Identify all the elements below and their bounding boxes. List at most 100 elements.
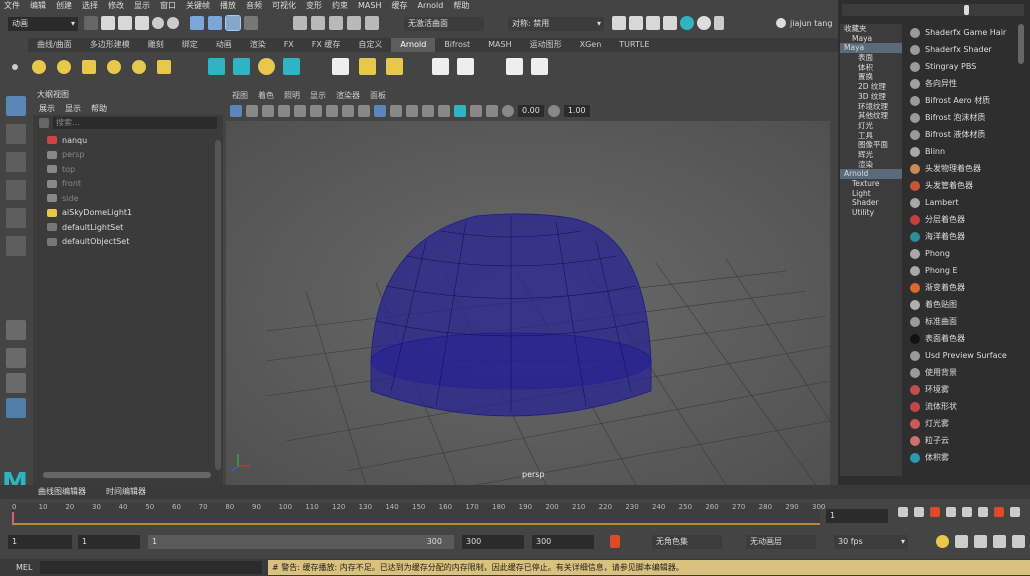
shader-node-item[interactable]: Usd Preview Surface: [906, 347, 1016, 364]
lock-selection-icon[interactable]: [244, 16, 258, 30]
export-standin-icon[interactable]: [233, 58, 250, 75]
hypershade-tree-item[interactable]: Maya: [840, 34, 902, 44]
start-frame-field[interactable]: 1: [8, 535, 72, 549]
new-scene-icon[interactable]: [101, 16, 115, 30]
timeline-tab[interactable]: 曲线图编辑器: [28, 485, 96, 499]
shader-node-item[interactable]: Lambert: [906, 194, 1016, 211]
physical-sky-icon[interactable]: [132, 60, 146, 74]
outliner-menu-item[interactable]: 显示: [65, 103, 81, 114]
shelf-tab[interactable]: Arnold: [391, 38, 436, 52]
hypershade-slider[interactable]: [842, 4, 1024, 16]
hypershade-tree-item[interactable]: 体积: [840, 63, 902, 73]
menu-item[interactable]: Arnold: [417, 1, 443, 10]
step-forward-key-icon[interactable]: [994, 507, 1004, 517]
select-tool-icon[interactable]: [6, 96, 26, 116]
user-account[interactable]: jiajun tang: [776, 18, 832, 28]
hypershade-scrollbar[interactable]: [1018, 24, 1024, 64]
xray-icon[interactable]: [470, 105, 482, 117]
save-scene-icon[interactable]: [135, 16, 149, 30]
volume-icon[interactable]: [258, 58, 275, 75]
lasso-tool-icon[interactable]: [6, 124, 26, 144]
field-chart-icon[interactable]: [358, 105, 370, 117]
outliner-layout-icon[interactable]: [6, 398, 26, 418]
hypershade-tree-item[interactable]: Maya: [840, 43, 902, 54]
single-view-icon[interactable]: [6, 320, 26, 340]
shader-node-item[interactable]: 头发管着色器: [906, 177, 1016, 194]
shader-node-item[interactable]: Shaderfx Shader: [906, 41, 1016, 58]
shader-node-item[interactable]: 体积雾: [906, 449, 1016, 466]
play-forward-icon[interactable]: [962, 507, 972, 517]
flush-all-icon[interactable]: [386, 58, 403, 75]
shelf-tab[interactable]: 运动图形: [521, 38, 571, 52]
light-portal-icon[interactable]: [157, 60, 171, 74]
hypershade-tree-item[interactable]: 表面: [840, 53, 902, 63]
range-slider[interactable]: 1 300: [148, 535, 454, 549]
shelf-options-icon[interactable]: [12, 64, 18, 70]
hypershade-tree-item[interactable]: 其他纹理: [840, 111, 902, 121]
outliner-item[interactable]: aiSkyDomeLight1: [47, 206, 223, 221]
character-set-select[interactable]: 无角色集: [652, 535, 722, 549]
ipr-render-icon[interactable]: [629, 16, 643, 30]
hypershade-tree-item[interactable]: 环境纹理: [840, 102, 902, 112]
mode-select[interactable]: 动画 ▾: [8, 17, 78, 31]
outliner-vscrollbar[interactable]: [215, 140, 221, 470]
smooth-shade-icon[interactable]: [390, 105, 402, 117]
shader-node-item[interactable]: Phong: [906, 245, 1016, 262]
hypershade-tree-item[interactable]: 置换: [840, 72, 902, 82]
timeline-tab[interactable]: 时间编辑器: [96, 485, 156, 499]
anim-layer-select[interactable]: 无动画层: [746, 535, 816, 549]
snap-point-icon[interactable]: [329, 16, 343, 30]
render-view-icon[interactable]: [506, 58, 523, 75]
menu-item[interactable]: 创建: [56, 0, 72, 11]
flush-skydome-icon[interactable]: [359, 58, 376, 75]
license-icon[interactable]: [457, 58, 474, 75]
snap-surface-icon[interactable]: [365, 16, 379, 30]
shelf-tab[interactable]: 雕刻: [139, 38, 173, 52]
shader-node-item[interactable]: 分层着色器: [906, 211, 1016, 228]
tx-manager-icon[interactable]: [432, 58, 449, 75]
resolution-gate-icon[interactable]: [326, 105, 338, 117]
go-to-end-icon[interactable]: [1010, 507, 1020, 517]
hypershade-icon[interactable]: [663, 16, 677, 30]
shelf-tab[interactable]: TURTLE: [610, 38, 658, 52]
command-language-label[interactable]: MEL: [16, 563, 32, 572]
shelf-tab[interactable]: 动画: [207, 38, 241, 52]
shader-node-item[interactable]: 使用背景: [906, 364, 1016, 381]
outliner-item[interactable]: persp: [47, 148, 223, 163]
hypershade-tree-item[interactable]: Texture: [840, 179, 902, 189]
shader-node-item[interactable]: 粒子云: [906, 432, 1016, 449]
mesh-light-icon[interactable]: [57, 60, 71, 74]
hypershade-tree-item[interactable]: 工具: [840, 131, 902, 141]
scale-tool-icon[interactable]: [6, 236, 26, 256]
menu-item[interactable]: 选择: [82, 0, 98, 11]
wireframe-icon[interactable]: [374, 105, 386, 117]
exposure-icon[interactable]: [502, 105, 514, 117]
hypershade-tree-item[interactable]: 2D 纹理: [840, 82, 902, 92]
menu-item[interactable]: 缓存: [391, 0, 407, 11]
film-gate-icon[interactable]: [310, 105, 322, 117]
menu-item[interactable]: 关键帧: [186, 0, 210, 11]
go-to-start-icon[interactable]: [898, 507, 908, 517]
shader-node-item[interactable]: 表面着色器: [906, 330, 1016, 347]
viewport-menu-item[interactable]: 面板: [370, 90, 386, 101]
menu-item[interactable]: 显示: [134, 0, 150, 11]
shelf-tab[interactable]: FX 缓存: [303, 38, 350, 52]
current-time-marker[interactable]: [12, 512, 14, 524]
menu-item[interactable]: MASH: [358, 1, 381, 10]
shelf-tab[interactable]: 绑定: [173, 38, 207, 52]
shader-node-item[interactable]: Bifrost 泡沫材质: [906, 109, 1016, 126]
outliner-item[interactable]: front: [47, 177, 223, 192]
shelf-tab[interactable]: MASH: [479, 38, 520, 52]
menu-item[interactable]: 修改: [108, 0, 124, 11]
shader-node-item[interactable]: Stingray PBS: [906, 58, 1016, 75]
outliner-item[interactable]: side: [47, 191, 223, 206]
arnold-render-icon[interactable]: [680, 16, 694, 30]
component-select-icon[interactable]: [225, 15, 241, 31]
shader-node-item[interactable]: 渐变着色器: [906, 279, 1016, 296]
camera-select-icon[interactable]: [230, 105, 242, 117]
fps-select[interactable]: 30 fps ▾: [834, 535, 908, 549]
shader-node-item[interactable]: Blinn: [906, 143, 1016, 160]
render-icon[interactable]: [612, 16, 626, 30]
side-by-side-view-icon[interactable]: [6, 373, 26, 393]
flush-texture-icon[interactable]: [332, 58, 349, 75]
